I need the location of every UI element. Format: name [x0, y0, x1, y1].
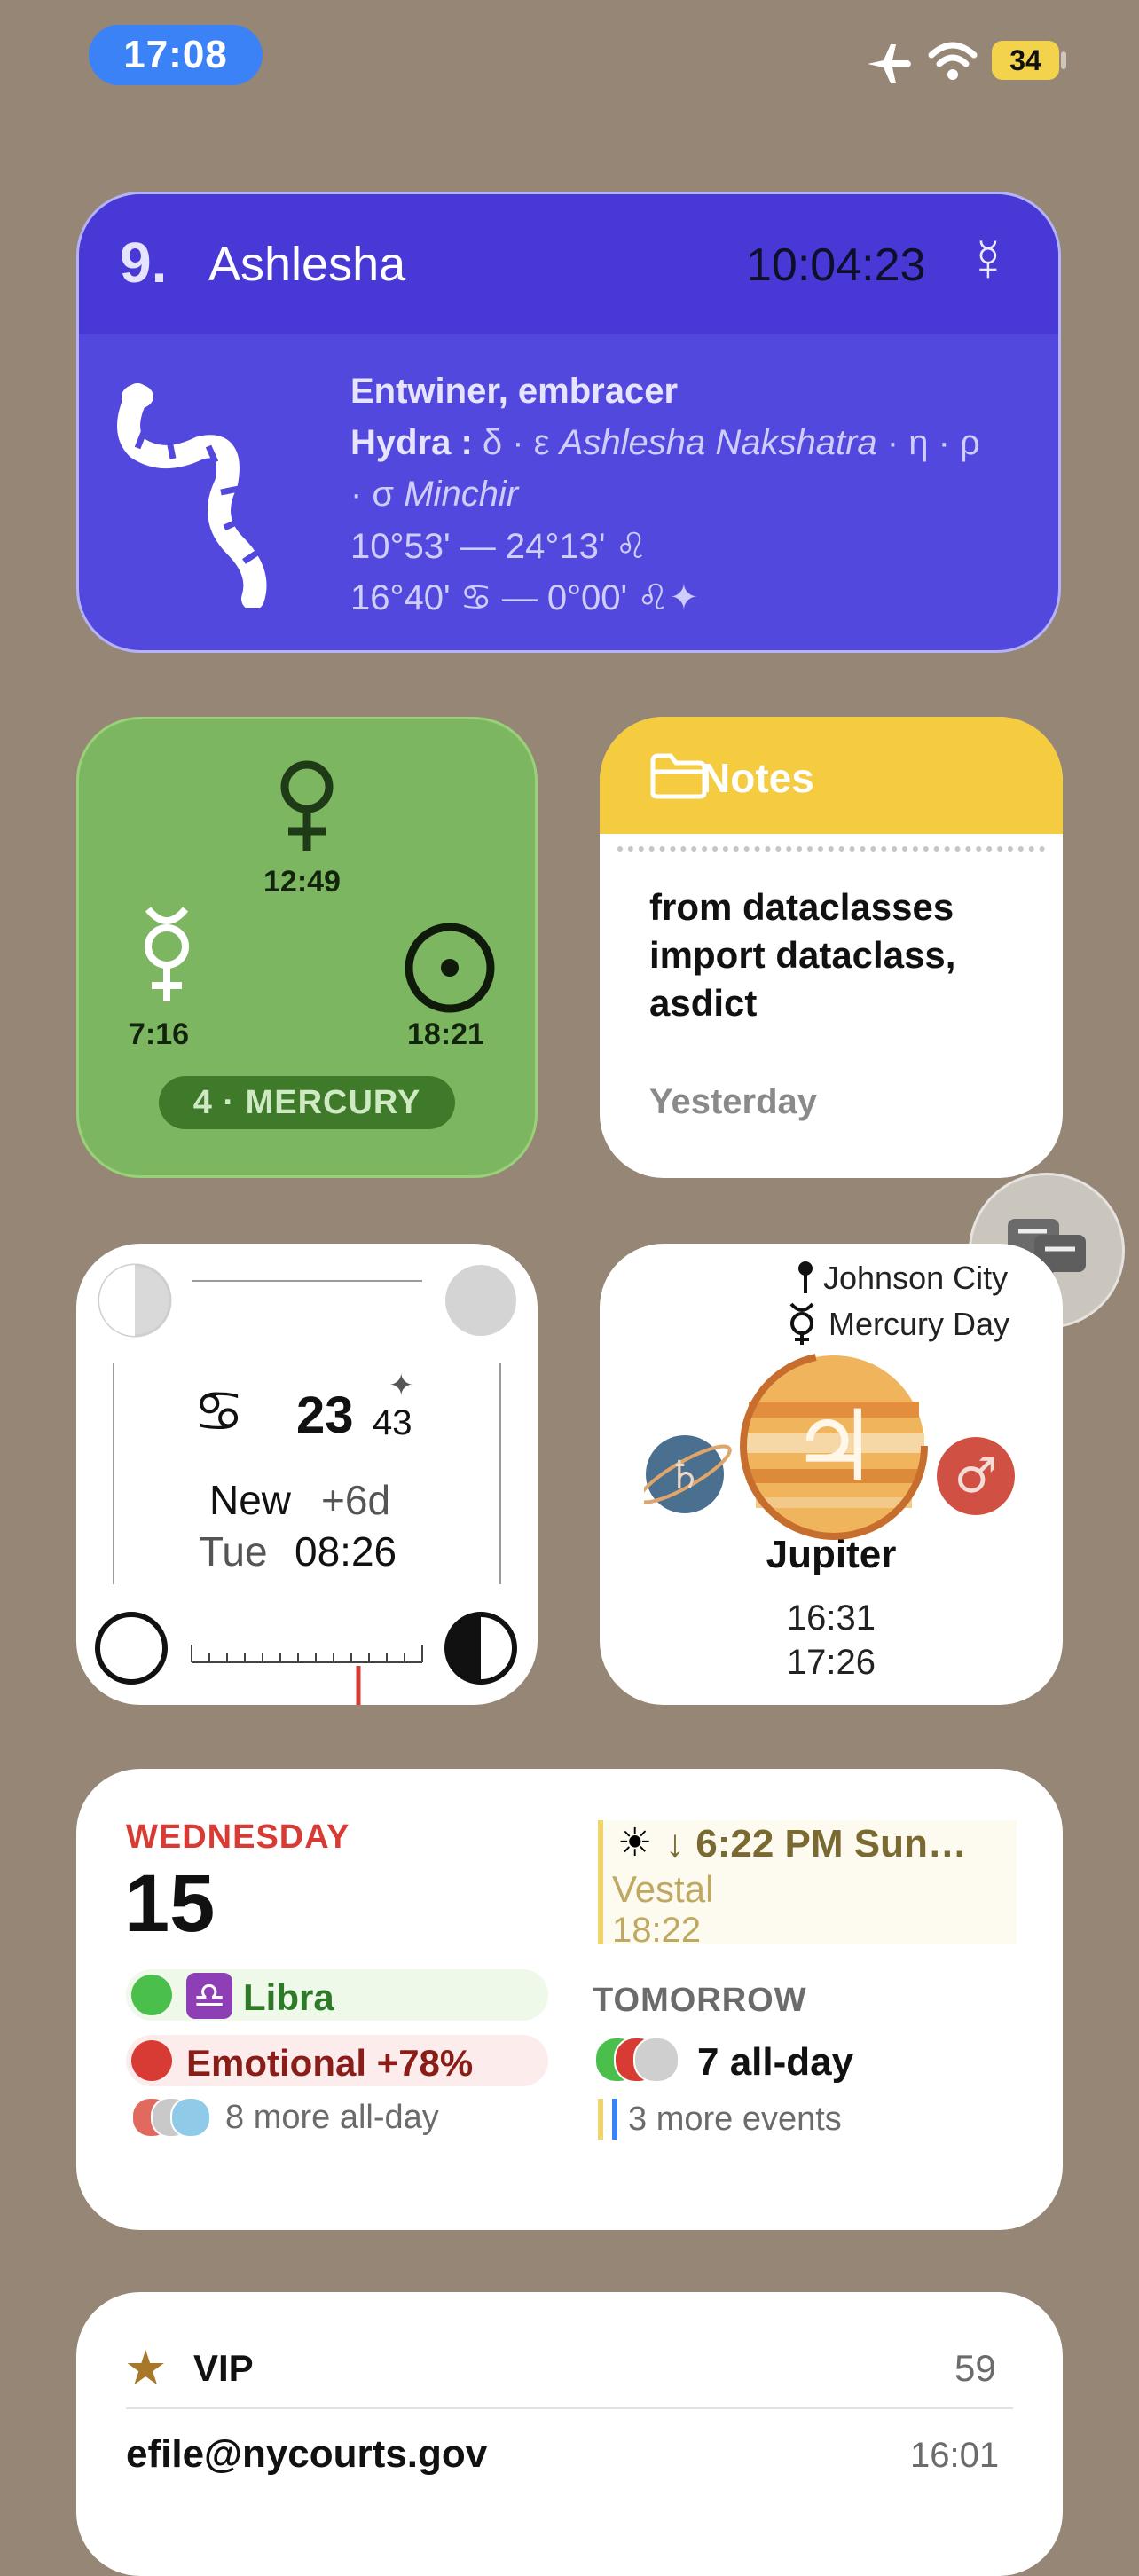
mercury-icon — [145, 907, 189, 1001]
event-emotional[interactable]: Emotional +78% — [126, 2035, 548, 2086]
sunset-event[interactable]: ☀ ↓ 6:22 PM Sun… Vestal 18:22 — [598, 1820, 1017, 1950]
star-icon: ★ — [124, 2342, 168, 2395]
calendar-green-icon — [131, 1975, 172, 2015]
vip-sender[interactable]: efile@nycourts.gov — [126, 2432, 487, 2477]
calendar-date: 15 — [124, 1858, 216, 1949]
nakshatra-number: 9. — [120, 231, 168, 295]
venus-time: 12:49 — [263, 865, 341, 899]
event-color-bar-blue — [612, 2099, 617, 2140]
nakshatra-stars: Hydra : δ · ε Ashlesha Nakshatra · η · ρ — [350, 423, 980, 462]
planet-orbs: ♄ ♃ ♂ — [644, 1352, 1015, 1540]
notes-divider — [617, 846, 1045, 852]
nakshatra-meaning: Entwiner, embracer — [350, 372, 679, 411]
note-preview[interactable]: from dataclasses import dataclass, asdic… — [649, 884, 1040, 1027]
libra-icon: ♎ — [186, 1973, 232, 2019]
vip-time: 16:01 — [910, 2436, 1000, 2475]
note-date: Yesterday — [649, 1082, 818, 1121]
calendar-stack-icon — [131, 2097, 220, 2138]
venus-icon — [280, 760, 334, 851]
moon-minutes: 43 — [373, 1403, 412, 1442]
moon-time: 08:26 — [295, 1528, 397, 1575]
tomorrow-calendar-stack — [594, 2035, 692, 2085]
moon-degree: 23 — [296, 1386, 354, 1444]
wifi-icon — [928, 42, 978, 80]
nakshatra-degrees: 16°40' ♋︎ — 0°00' ♌︎✦ — [350, 578, 699, 617]
moon-phase: New — [209, 1477, 292, 1523]
planet-hour-widget[interactable]: Johnson City Mercury Day ♄ ♃ ♂ Jupiter 1… — [600, 1244, 1063, 1705]
sunset-label: ↓ 6:22 PM Sun… — [665, 1822, 967, 1865]
mercury-symbol: ☿ — [966, 227, 1010, 293]
sun-time: 18:21 — [407, 1017, 484, 1051]
svg-text:♄: ♄ — [667, 1453, 702, 1498]
status-time[interactable]: 17:08 — [89, 25, 263, 85]
mercury-small-icon — [789, 1302, 814, 1345]
vip-divider — [126, 2407, 1013, 2409]
vestal-time: 18:22 — [612, 1911, 702, 1950]
notes-title: Notes — [701, 755, 814, 801]
calendar-red-icon — [131, 2040, 172, 2081]
vip-title: VIP — [193, 2347, 254, 2389]
nakshatra-name: Ashlesha — [208, 238, 406, 291]
planetary-hours-widget[interactable]: 12:49 7:16 18:21 4 · MERCURY — [76, 717, 538, 1178]
event-libra-label: Libra — [243, 1976, 334, 2018]
sun-icon-small: ☀ — [617, 1821, 653, 1865]
sun-icon — [405, 923, 495, 1013]
nakshatra-stars-cont: · σ Minchir — [350, 475, 519, 514]
nakshatra-clock: 10:04:23 — [746, 240, 926, 291]
battery-indicator: 34 — [992, 41, 1059, 80]
event-emotional-label: Emotional +78% — [186, 2042, 474, 2084]
tomorrow-all-day[interactable]: 7 all-day — [697, 2040, 853, 2085]
cancer-sign-icon: ♋︎ — [193, 1379, 245, 1443]
planet-day-badge: 4 · MERCURY — [159, 1076, 455, 1129]
day-ruler-label: Mercury Day — [829, 1306, 1010, 1342]
svg-text:♃: ♃ — [790, 1389, 878, 1503]
calendar-widget[interactable]: WEDNESDAY 15 ♎ Libra Emotional +78% 8 mo… — [76, 1769, 1063, 2230]
event-color-bar-yellow — [598, 2099, 603, 2140]
vip-count: 59 — [954, 2347, 996, 2389]
current-planet-name: Jupiter — [766, 1533, 897, 1576]
tomorrow-more-events[interactable]: 3 more events — [628, 2101, 842, 2139]
event-libra[interactable]: ♎ Libra — [126, 1969, 548, 2021]
more-all-day-today[interactable]: 8 more all-day — [225, 2099, 439, 2137]
nakshatra-range: 10°53' — 24°13' ♌︎ — [350, 527, 648, 566]
calendar-weekday: WEDNESDAY — [126, 1818, 350, 1856]
moon-weekday: Tue — [199, 1528, 268, 1575]
nakshatra-widget[interactable]: 9. Ashlesha 10:04:23 ☿ Entwiner, embrace… — [76, 192, 1061, 653]
notes-widget[interactable]: Notes from dataclasses import dataclass,… — [600, 717, 1063, 1178]
location-pin-icon — [798, 1261, 813, 1293]
moon-dial — [95, 1263, 517, 1705]
moon-phase-offset: +6d — [321, 1477, 391, 1523]
serpent-icon — [117, 383, 267, 608]
planet-hour-end: 17:26 — [786, 1643, 876, 1682]
tomorrow-label: TOMORROW — [593, 1982, 807, 2019]
sparkle-icon: ✦ — [389, 1369, 414, 1402]
mercury-time: 7:16 — [129, 1017, 190, 1051]
airplane-icon — [868, 44, 911, 83]
planet-hour-start: 16:31 — [786, 1598, 876, 1637]
location-label: Johnson City — [823, 1260, 1009, 1296]
svg-text:♂: ♂ — [954, 1448, 997, 1504]
vestal-label: Vestal — [612, 1868, 714, 1910]
battery-tip — [1061, 51, 1066, 69]
folder-icon — [650, 753, 707, 799]
moon-phase-widget[interactable]: ♋︎ 23 43 ✦ New +6d Tue 08:26 — [76, 1244, 538, 1705]
vip-mail-widget[interactable]: ★ VIP 59 efile@nycourts.gov 16:01 — [76, 2292, 1063, 2576]
